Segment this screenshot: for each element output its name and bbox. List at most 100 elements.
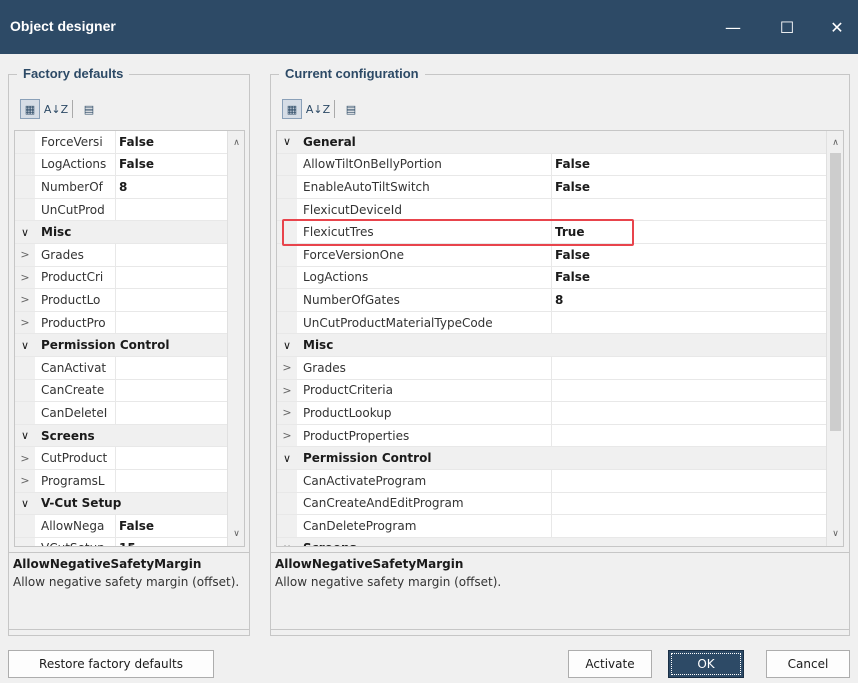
collapse-chevron-icon[interactable]: ∨ [277, 334, 297, 356]
category-row[interactable]: ∨ Permission Control [277, 447, 843, 470]
property-row[interactable]: > ProgramsL [15, 469, 244, 493]
sort-alpha-icon[interactable]: A↓Z [44, 99, 68, 119]
row-gutter [15, 537, 35, 546]
activate-button[interactable]: Activate [568, 650, 652, 678]
right-scrollbar[interactable]: ∧ ∨ [826, 131, 843, 546]
category-row[interactable]: ∨Screens [15, 424, 244, 448]
category-row[interactable]: ∨Screens [277, 537, 843, 546]
property-row[interactable]: > ProductLookup [277, 402, 843, 425]
minimize-button[interactable]: — [708, 0, 758, 54]
category-row[interactable]: ∨ Permission Control [15, 334, 244, 357]
property-value[interactable]: False [551, 157, 590, 171]
right-description-panel: AllowNegativeSafetyMargin Allow negative… [270, 552, 850, 630]
close-button[interactable]: ✕ [812, 0, 858, 54]
property-value[interactable]: False [115, 519, 154, 533]
left-scrollbar[interactable]: ∧ ∨ [227, 131, 244, 546]
scroll-up-icon[interactable]: ∧ [827, 135, 843, 151]
restore-defaults-button[interactable]: Restore factory defaults [8, 650, 214, 678]
collapse-chevron-icon[interactable]: ∨ [15, 424, 35, 447]
property-row[interactable]: CanCreate [15, 379, 244, 403]
property-row[interactable]: > CutProduct [15, 447, 244, 470]
expand-chevron-icon[interactable]: > [15, 266, 35, 289]
property-row[interactable]: CanCreateAndEditProgram [277, 492, 843, 516]
collapse-chevron-icon[interactable]: ∨ [15, 221, 35, 243]
property-row[interactable]: EnableAutoTiltSwitch False [277, 176, 843, 199]
collapse-chevron-icon[interactable]: ∨ [277, 537, 297, 546]
property-name: EnableAutoTiltSwitch [303, 179, 430, 194]
maximize-button[interactable]: ☐ [762, 0, 812, 54]
collapse-chevron-icon[interactable]: ∨ [277, 447, 297, 469]
property-row[interactable]: AllowNega False [15, 515, 244, 538]
collapse-chevron-icon[interactable]: ∨ [277, 131, 297, 153]
expand-chevron-icon[interactable]: > [15, 289, 35, 311]
right-property-grid[interactable]: ∨ General AllowTiltOnBellyPortion False Enab… [276, 130, 844, 547]
scroll-down-icon[interactable]: ∨ [827, 526, 843, 542]
property-row[interactable]: VCutSetup15 [15, 537, 244, 546]
property-name: ProductLo [41, 292, 101, 307]
property-row[interactable]: UnCutProductMaterialTypeCode [277, 311, 843, 335]
property-row[interactable]: > ProductCriteria [277, 379, 843, 403]
property-row[interactable]: CanActivateProgram [277, 469, 843, 493]
expand-chevron-icon[interactable]: > [277, 379, 297, 402]
property-row[interactable]: CanDeleteI [15, 402, 244, 425]
property-row[interactable]: UnCutProd [15, 198, 244, 222]
expand-chevron-icon[interactable]: > [277, 356, 297, 379]
scroll-down-icon[interactable]: ∨ [228, 526, 244, 542]
property-value[interactable]: False [115, 157, 154, 171]
property-row[interactable]: ForceVersi False [15, 131, 244, 154]
property-name: V-Cut Setup [41, 496, 122, 511]
category-row[interactable]: ∨ General [277, 131, 843, 154]
expand-chevron-icon[interactable]: > [15, 243, 35, 266]
column-divider [551, 379, 552, 402]
property-value[interactable]: False [551, 180, 590, 194]
property-value[interactable]: False [115, 135, 154, 149]
collapse-chevron-icon[interactable]: ∨ [15, 334, 35, 356]
property-row[interactable]: > ProductLo [15, 289, 244, 312]
property-row[interactable]: > ProductCri [15, 266, 244, 290]
expand-chevron-icon[interactable]: > [15, 311, 35, 334]
categorized-icon[interactable]: ▦ [282, 99, 302, 119]
property-value[interactable]: 15 [115, 541, 136, 546]
property-name: LogActions [41, 157, 107, 172]
property-value[interactable]: False [551, 248, 590, 262]
ok-button[interactable]: OK [668, 650, 744, 678]
property-row[interactable]: FlexicutDeviceId [277, 198, 843, 222]
category-row[interactable]: ∨ V-Cut Setup [15, 492, 244, 516]
cancel-button[interactable]: Cancel [766, 650, 850, 678]
expand-chevron-icon[interactable]: > [277, 402, 297, 424]
expand-chevron-icon[interactable]: > [277, 424, 297, 447]
row-gutter [15, 176, 35, 198]
property-value[interactable]: 8 [115, 180, 127, 194]
row-gutter [15, 379, 35, 402]
property-row[interactable]: > ProductPro [15, 311, 244, 335]
property-row[interactable]: ForceVersionOne False [277, 243, 843, 267]
property-row[interactable]: NumberOfGates 8 [277, 289, 843, 312]
property-row[interactable]: > Grades [277, 356, 843, 380]
property-name: CanDeleteProgram [303, 518, 417, 533]
property-row[interactable]: > Grades [15, 243, 244, 267]
property-row[interactable]: CanDeleteProgram [277, 515, 843, 538]
property-row[interactable]: LogActions False [15, 153, 244, 177]
left-description-text: Allow negative safety margin (offset). [13, 575, 240, 589]
scroll-thumb[interactable] [830, 153, 841, 431]
row-gutter [277, 198, 297, 221]
property-row[interactable]: AllowTiltOnBellyPortion False [277, 153, 843, 177]
property-pages-icon[interactable]: ▤ [341, 99, 361, 119]
scroll-up-icon[interactable]: ∧ [228, 135, 244, 151]
property-pages-icon[interactable]: ▤ [79, 99, 99, 119]
sort-alpha-icon[interactable]: A↓Z [306, 99, 330, 119]
property-value[interactable]: False [551, 270, 590, 284]
property-row[interactable]: > ProductProperties [277, 424, 843, 448]
category-row[interactable]: ∨ Misc [277, 334, 843, 357]
category-row[interactable]: ∨ Misc [15, 221, 244, 244]
expand-chevron-icon[interactable]: > [15, 469, 35, 492]
expand-chevron-icon[interactable]: > [15, 447, 35, 469]
property-row[interactable]: NumberOf 8 [15, 176, 244, 199]
collapse-chevron-icon[interactable]: ∨ [15, 492, 35, 515]
categorized-icon[interactable]: ▦ [20, 99, 40, 119]
left-property-grid[interactable]: ForceVersi False LogActions False NumberOf 8 U… [14, 130, 245, 547]
property-row[interactable]: CanActivat [15, 356, 244, 380]
property-row[interactable]: LogActions False [277, 266, 843, 290]
property-value[interactable]: 8 [551, 293, 563, 307]
property-name: Screens [297, 541, 357, 546]
